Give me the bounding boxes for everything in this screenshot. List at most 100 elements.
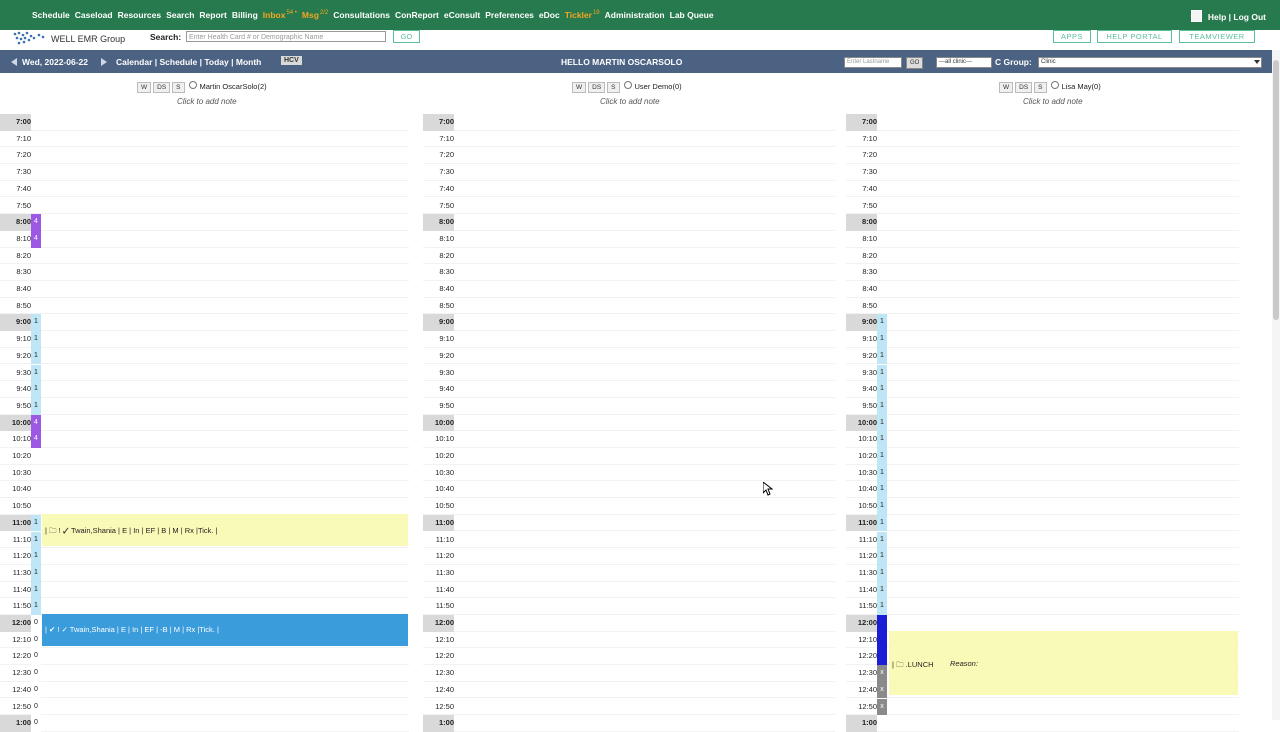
time-slot[interactable] bbox=[846, 699, 1239, 716]
time-slot[interactable] bbox=[0, 699, 409, 716]
time-slot[interactable] bbox=[846, 565, 1239, 582]
time-slot[interactable] bbox=[0, 248, 409, 265]
add-note-link[interactable]: Click to add note bbox=[600, 97, 660, 106]
provider-radio[interactable] bbox=[1050, 81, 1059, 89]
time-label[interactable]: 7:40 bbox=[423, 181, 454, 198]
notepad-icon[interactable] bbox=[1190, 10, 1202, 22]
time-slot[interactable] bbox=[846, 431, 1239, 448]
time-label[interactable]: 10:20 bbox=[0, 448, 31, 465]
time-slot[interactable] bbox=[0, 264, 409, 281]
time-slot[interactable] bbox=[0, 665, 409, 682]
time-slot[interactable] bbox=[423, 248, 835, 265]
time-label[interactable]: 11:30 bbox=[846, 565, 877, 582]
time-label[interactable]: 9:40 bbox=[846, 381, 877, 398]
time-slot[interactable] bbox=[0, 314, 409, 332]
time-label[interactable]: 12:40 bbox=[423, 682, 454, 699]
time-slot[interactable] bbox=[846, 164, 1239, 181]
time-slot[interactable] bbox=[423, 264, 835, 281]
time-label[interactable]: 10:00 bbox=[846, 414, 877, 432]
nav-item-conreport[interactable]: ConReport bbox=[395, 10, 439, 20]
clinic-select[interactable]: ---all clinic--- bbox=[936, 57, 992, 68]
appointment-block[interactable]: | 🗀 ! ✓ Twain,Shania | E | In | EF | B |… bbox=[42, 514, 408, 546]
time-slot[interactable] bbox=[0, 448, 409, 465]
time-slot[interactable] bbox=[0, 365, 409, 382]
time-slot[interactable] bbox=[423, 431, 835, 448]
time-label[interactable]: 11:00 bbox=[846, 514, 877, 532]
time-slot[interactable] bbox=[423, 582, 835, 599]
time-slot[interactable] bbox=[846, 381, 1239, 398]
time-slot[interactable] bbox=[0, 548, 409, 565]
time-slot[interactable] bbox=[423, 532, 835, 549]
time-slot[interactable] bbox=[423, 648, 835, 666]
time-slot[interactable] bbox=[0, 214, 409, 231]
help-portal-button[interactable]: HELP PORTAL bbox=[1097, 30, 1172, 43]
time-slot[interactable] bbox=[846, 598, 1239, 615]
time-label[interactable]: 12:10 bbox=[846, 632, 877, 649]
time-slot[interactable] bbox=[0, 231, 409, 248]
time-label[interactable]: 9:20 bbox=[0, 348, 31, 365]
time-label[interactable]: 12:20 bbox=[0, 648, 31, 665]
time-label[interactable]: 8:50 bbox=[423, 298, 454, 315]
time-label[interactable]: 12:10 bbox=[423, 632, 454, 649]
time-slot[interactable] bbox=[0, 147, 409, 165]
time-label[interactable]: 1:00 bbox=[423, 715, 454, 732]
time-label[interactable]: 10:50 bbox=[846, 498, 877, 515]
time-label[interactable]: 7:50 bbox=[846, 198, 877, 215]
day-schedule-button[interactable]: DS bbox=[153, 82, 171, 93]
time-label[interactable]: 11:00 bbox=[423, 514, 454, 532]
view-links[interactable]: Calendar | Schedule | Today | Month bbox=[116, 57, 261, 67]
time-slot[interactable] bbox=[846, 248, 1239, 265]
provider-radio[interactable] bbox=[623, 81, 632, 89]
time-slot[interactable] bbox=[0, 415, 409, 432]
time-label[interactable]: 7:20 bbox=[423, 147, 454, 164]
time-slot[interactable] bbox=[846, 314, 1239, 332]
time-label[interactable]: 10:20 bbox=[846, 448, 877, 465]
nav-item-econsult[interactable]: eConsult bbox=[444, 10, 480, 20]
add-note-link[interactable]: Click to add note bbox=[177, 97, 237, 106]
time-slot[interactable] bbox=[0, 582, 409, 599]
time-label[interactable]: 9:30 bbox=[846, 365, 877, 382]
teamviewer-button[interactable]: TEAMVIEWER bbox=[1179, 30, 1255, 43]
time-label[interactable]: 12:50 bbox=[0, 699, 31, 716]
time-slot[interactable] bbox=[423, 498, 835, 515]
time-slot[interactable] bbox=[846, 548, 1239, 565]
provider-name[interactable]: Lisa May(0) bbox=[1062, 82, 1101, 91]
time-label[interactable]: 8:40 bbox=[423, 281, 454, 298]
appointment-text[interactable]: | ✔ ! ✓ Twain,Shania | E | In | EF | -B … bbox=[45, 625, 219, 634]
time-label[interactable]: 8:50 bbox=[846, 298, 877, 315]
time-label[interactable]: 12:20 bbox=[423, 648, 454, 665]
time-label[interactable]: 11:00 bbox=[0, 514, 31, 532]
nav-item-msg[interactable]: Msg bbox=[302, 10, 319, 20]
time-label[interactable]: 9:40 bbox=[0, 381, 31, 398]
time-slot[interactable] bbox=[423, 548, 835, 565]
time-label[interactable]: 7:10 bbox=[423, 131, 454, 148]
time-slot[interactable] bbox=[846, 298, 1239, 315]
time-label[interactable]: 7:40 bbox=[0, 181, 31, 198]
apps-button[interactable]: APPS bbox=[1053, 30, 1091, 43]
day-schedule-button[interactable]: DS bbox=[588, 82, 606, 93]
time-slot[interactable] bbox=[423, 465, 835, 482]
time-label[interactable]: 7:00 bbox=[423, 114, 454, 131]
time-label[interactable]: 1:00 bbox=[0, 715, 31, 732]
time-label[interactable]: 9:20 bbox=[846, 348, 877, 365]
time-label[interactable]: 8:30 bbox=[846, 264, 877, 281]
time-label[interactable]: 8:20 bbox=[0, 248, 31, 265]
time-label[interactable]: 8:40 bbox=[846, 281, 877, 298]
search-input[interactable]: Enter Health Card # or Demographic Name bbox=[186, 31, 386, 42]
time-slot[interactable] bbox=[0, 498, 409, 515]
time-slot[interactable] bbox=[423, 415, 835, 432]
time-label[interactable]: 8:20 bbox=[423, 248, 454, 265]
nav-item-search[interactable]: Search bbox=[166, 10, 194, 20]
time-label[interactable]: 11:30 bbox=[0, 565, 31, 582]
time-slot[interactable] bbox=[0, 131, 409, 148]
time-slot[interactable] bbox=[423, 448, 835, 465]
time-slot[interactable] bbox=[0, 198, 409, 215]
time-label[interactable]: 11:10 bbox=[423, 532, 454, 549]
time-slot[interactable] bbox=[423, 381, 835, 398]
lastname-go-button[interactable]: GO bbox=[906, 57, 924, 69]
time-slot[interactable] bbox=[0, 598, 409, 615]
time-slot[interactable] bbox=[846, 498, 1239, 515]
time-label[interactable]: 12:10 bbox=[0, 632, 31, 649]
time-label[interactable]: 7:00 bbox=[846, 114, 877, 131]
time-slot[interactable] bbox=[0, 381, 409, 398]
